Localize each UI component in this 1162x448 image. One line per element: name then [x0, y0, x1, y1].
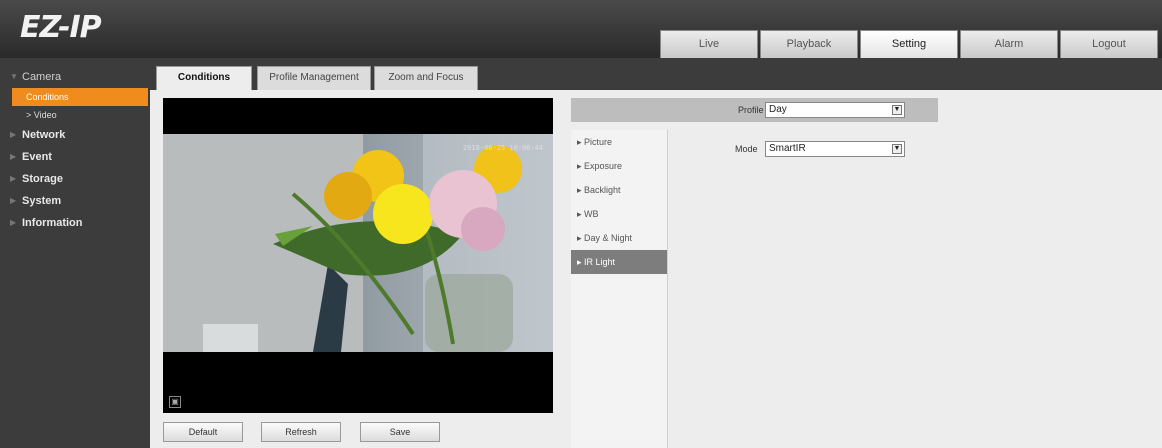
default-button[interactable]: Default — [163, 422, 243, 442]
collapse-arrow-icon: ▶ — [10, 152, 17, 161]
nav-live[interactable]: Live — [660, 30, 758, 58]
menu-item-backlight[interactable]: ▸ Backlight — [571, 178, 667, 202]
collapse-arrow-icon: ▶ — [10, 130, 17, 139]
top-nav: Live Playback Setting Alarm Logout — [660, 30, 1160, 58]
video-preview: 2018-06-25 10:06:44 ▣ — [163, 98, 553, 413]
flower-vase-image — [203, 134, 553, 352]
sidebar-item-camera[interactable]: ▼ Camera — [0, 66, 150, 88]
conditions-menu: ▸ Picture ▸ Exposure ▸ Backlight ▸ WB ▸ … — [571, 130, 668, 448]
tab-zoom-and-focus[interactable]: Zoom and Focus — [374, 66, 478, 90]
mode-select[interactable]: SmartIR ▼ — [765, 141, 905, 157]
fullscreen-icon[interactable]: ▣ — [169, 396, 181, 408]
sidebar-item-storage[interactable]: ▶ Storage — [0, 168, 150, 190]
sidebar-item-event[interactable]: ▶ Event — [0, 146, 150, 168]
menu-item-label: WB — [584, 209, 599, 219]
tab-conditions[interactable]: Conditions — [156, 66, 252, 90]
nav-logout[interactable]: Logout — [1060, 30, 1158, 58]
bullet-icon: ▸ — [577, 257, 585, 267]
sidebar-sub-label: Conditions — [26, 92, 69, 102]
sidebar-sub-video[interactable]: > Video — [0, 106, 150, 124]
sidebar-item-label: Storage — [22, 173, 63, 185]
collapse-arrow-icon: ▶ — [10, 174, 17, 183]
sidebar-item-system[interactable]: ▶ System — [0, 190, 150, 212]
nav-alarm[interactable]: Alarm — [960, 30, 1058, 58]
expand-arrow-icon: ▼ — [10, 72, 18, 81]
sidebar-item-label: Network — [22, 129, 66, 141]
save-button[interactable]: Save — [360, 422, 440, 442]
menu-item-wb[interactable]: ▸ WB — [571, 202, 667, 226]
menu-item-label: Exposure — [584, 161, 623, 171]
sidebar-item-label: System — [22, 195, 62, 207]
sidebar-sub-conditions[interactable]: Conditions — [12, 88, 148, 106]
menu-item-label: IR Light — [584, 257, 616, 267]
camera-image: 2018-06-25 10:06:44 — [163, 134, 553, 352]
profile-select[interactable]: Day ▼ — [765, 102, 905, 118]
logo: EZ-IP — [20, 10, 102, 45]
refresh-button[interactable]: Refresh — [261, 422, 341, 442]
chevron-right-icon: > — [26, 110, 34, 120]
sidebar-item-network[interactable]: ▶ Network — [0, 124, 150, 146]
sidebar: ▼ Camera Conditions > Video ▶ Network ▶ … — [0, 58, 150, 448]
chevron-down-icon: ▼ — [892, 105, 902, 115]
nav-playback[interactable]: Playback — [760, 30, 858, 58]
menu-item-exposure[interactable]: ▸ Exposure — [571, 154, 667, 178]
subtab-bar: Conditions Profile Management Zoom and F… — [150, 58, 1162, 90]
chevron-down-icon: ▼ — [892, 144, 902, 154]
sidebar-item-information[interactable]: ▶ Information — [0, 212, 150, 234]
menu-item-label: Day & Night — [584, 233, 633, 243]
profile-select-value: Day — [769, 104, 787, 115]
collapse-arrow-icon: ▶ — [10, 196, 17, 205]
bullet-icon: ▸ — [577, 161, 585, 171]
menu-item-label: Backlight — [584, 185, 621, 195]
sidebar-item-label: Information — [22, 217, 83, 229]
bullet-icon: ▸ — [577, 185, 585, 195]
nav-setting[interactable]: Setting — [860, 30, 958, 58]
sidebar-item-label: Camera — [22, 71, 62, 83]
video-timestamp: 2018-06-25 10:06:44 — [463, 144, 544, 152]
collapse-arrow-icon: ▶ — [10, 218, 17, 227]
profile-label: Profile — [738, 105, 764, 115]
menu-item-picture[interactable]: ▸ Picture — [571, 130, 667, 154]
bullet-icon: ▸ — [577, 233, 585, 243]
menu-item-day-night[interactable]: ▸ Day & Night — [571, 226, 667, 250]
header: EZ-IP Live Playback Setting Alarm Logout — [0, 0, 1162, 58]
bullet-icon: ▸ — [577, 137, 585, 147]
bullet-icon: ▸ — [577, 209, 585, 219]
mode-select-value: SmartIR — [769, 143, 806, 154]
sidebar-sub-label: Video — [33, 110, 57, 120]
tab-profile-management[interactable]: Profile Management — [257, 66, 371, 90]
menu-item-label: Picture — [584, 137, 613, 147]
sidebar-item-label: Event — [22, 151, 52, 163]
mode-label: Mode — [735, 144, 758, 154]
menu-item-ir-light[interactable]: ▸ IR Light — [571, 250, 667, 274]
